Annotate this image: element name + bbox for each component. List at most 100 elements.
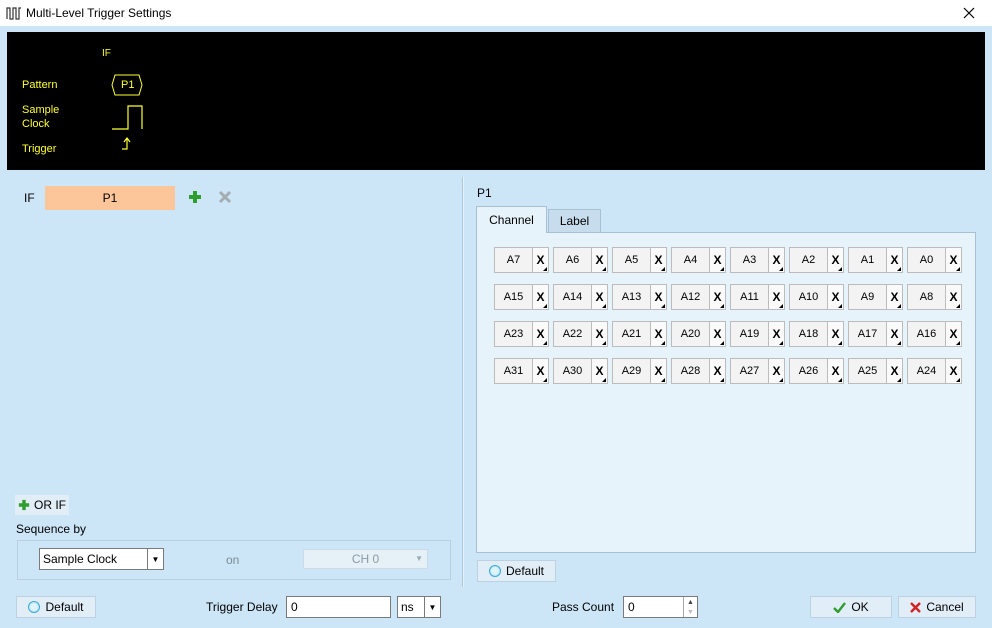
- channel-cell[interactable]: A3 X: [730, 247, 785, 273]
- channel-value: X: [831, 327, 840, 341]
- channel-cell[interactable]: A4 X: [671, 247, 726, 273]
- dropdown-corner-icon: [779, 304, 783, 308]
- channel-cell[interactable]: A18 X: [789, 321, 844, 347]
- channel-value-dropdown[interactable]: X: [887, 248, 902, 272]
- check-icon: [833, 601, 847, 613]
- channel-value-dropdown[interactable]: X: [592, 359, 607, 383]
- or-if-button[interactable]: OR IF: [15, 495, 69, 515]
- add-pattern-button[interactable]: [185, 187, 205, 207]
- spin-down-icon[interactable]: ▼: [684, 607, 697, 617]
- channel-cell[interactable]: A25 X: [848, 358, 903, 384]
- channel-cell[interactable]: A9 X: [848, 284, 903, 310]
- channel-cell[interactable]: A26 X: [789, 358, 844, 384]
- channel-cell[interactable]: A27 X: [730, 358, 785, 384]
- channel-value-dropdown[interactable]: X: [533, 248, 548, 272]
- channel-value: X: [949, 327, 958, 341]
- channel-name: A10: [790, 285, 828, 309]
- channel-value-dropdown[interactable]: X: [651, 285, 666, 309]
- channel-cell[interactable]: A29 X: [612, 358, 667, 384]
- channel-value-dropdown[interactable]: X: [769, 248, 784, 272]
- channel-value-dropdown[interactable]: X: [828, 285, 843, 309]
- channel-value-dropdown[interactable]: X: [946, 248, 961, 272]
- channel-value-dropdown[interactable]: X: [592, 322, 607, 346]
- channel-cell[interactable]: A30 X: [553, 358, 608, 384]
- sequence-select[interactable]: Sample Clock ▼: [39, 548, 164, 570]
- channel-value-dropdown[interactable]: X: [828, 359, 843, 383]
- channel-cell[interactable]: A23 X: [494, 321, 549, 347]
- channel-value-dropdown[interactable]: X: [710, 322, 725, 346]
- channel-cell[interactable]: A14 X: [553, 284, 608, 310]
- channel-value: X: [595, 253, 604, 267]
- channel-cell[interactable]: A2 X: [789, 247, 844, 273]
- channel-value-dropdown[interactable]: X: [946, 359, 961, 383]
- dropdown-corner-icon: [956, 341, 960, 345]
- channel-cell[interactable]: A0 X: [907, 247, 962, 273]
- channel-value-dropdown[interactable]: X: [710, 285, 725, 309]
- title-bar: Multi-Level Trigger Settings: [0, 0, 992, 26]
- ok-button[interactable]: OK: [810, 596, 892, 618]
- channel-value: X: [536, 290, 545, 304]
- tab-label[interactable]: Label: [548, 209, 601, 232]
- pattern-button-p1[interactable]: P1: [45, 186, 175, 210]
- channel-value-dropdown[interactable]: X: [946, 322, 961, 346]
- channel-value-dropdown[interactable]: X: [592, 248, 607, 272]
- channel-value-dropdown[interactable]: X: [651, 248, 666, 272]
- delay-unit-select[interactable]: ns ▼: [397, 596, 441, 618]
- preview-pattern-value: P1: [121, 79, 135, 91]
- spin-up-icon[interactable]: ▲: [684, 597, 697, 607]
- pass-count-spinner[interactable]: ▲ ▼: [683, 597, 697, 617]
- channel-cell[interactable]: A24 X: [907, 358, 962, 384]
- pass-count-value: 0: [628, 600, 635, 614]
- channel-cell[interactable]: A8 X: [907, 284, 962, 310]
- channel-value-dropdown[interactable]: X: [828, 322, 843, 346]
- remove-pattern-button[interactable]: [215, 187, 235, 207]
- channel-cell[interactable]: A17 X: [848, 321, 903, 347]
- channel-cell[interactable]: A11 X: [730, 284, 785, 310]
- channel-cell[interactable]: A10 X: [789, 284, 844, 310]
- channel-cell[interactable]: A12 X: [671, 284, 726, 310]
- channel-cell[interactable]: A6 X: [553, 247, 608, 273]
- channel-name: A6: [554, 248, 592, 272]
- channel-name: A4: [672, 248, 710, 272]
- delay-unit-value: ns: [401, 600, 414, 614]
- channel-cell[interactable]: A19 X: [730, 321, 785, 347]
- channel-cell[interactable]: A21 X: [612, 321, 667, 347]
- channel-value-dropdown[interactable]: X: [887, 359, 902, 383]
- pass-count-input[interactable]: 0 ▲ ▼: [623, 596, 698, 618]
- channel-value-dropdown[interactable]: X: [710, 248, 725, 272]
- channel-value-dropdown[interactable]: X: [651, 322, 666, 346]
- panel-divider: [462, 177, 464, 587]
- dropdown-corner-icon: [720, 304, 724, 308]
- tab-channel[interactable]: Channel: [476, 206, 547, 233]
- dropdown-corner-icon: [543, 341, 547, 345]
- channel-cell[interactable]: A31 X: [494, 358, 549, 384]
- right-default-button[interactable]: Default: [477, 560, 556, 582]
- channel-value-dropdown[interactable]: X: [887, 285, 902, 309]
- channel-value-dropdown[interactable]: X: [769, 359, 784, 383]
- channel-cell[interactable]: A22 X: [553, 321, 608, 347]
- channel-value-dropdown[interactable]: X: [651, 359, 666, 383]
- channel-value-dropdown[interactable]: X: [887, 322, 902, 346]
- channel-cell[interactable]: A16 X: [907, 321, 962, 347]
- channel-value-dropdown[interactable]: X: [592, 285, 607, 309]
- channel-cell[interactable]: A15 X: [494, 284, 549, 310]
- channel-cell[interactable]: A20 X: [671, 321, 726, 347]
- default-button[interactable]: Default: [16, 596, 96, 618]
- channel-cell[interactable]: A7 X: [494, 247, 549, 273]
- channel-value-dropdown[interactable]: X: [710, 359, 725, 383]
- close-button[interactable]: [946, 0, 992, 26]
- channel-value-dropdown[interactable]: X: [533, 322, 548, 346]
- channel-value-dropdown[interactable]: X: [533, 359, 548, 383]
- channel-value-dropdown[interactable]: X: [828, 248, 843, 272]
- trigger-delay-input[interactable]: 0: [286, 596, 391, 618]
- channel-value-dropdown[interactable]: X: [533, 285, 548, 309]
- channel-cell[interactable]: A5 X: [612, 247, 667, 273]
- channel-cell[interactable]: A28 X: [671, 358, 726, 384]
- channel-value-dropdown[interactable]: X: [769, 322, 784, 346]
- channel-value-dropdown[interactable]: X: [946, 285, 961, 309]
- channel-cell[interactable]: A13 X: [612, 284, 667, 310]
- cancel-button[interactable]: Cancel: [898, 596, 976, 618]
- channel-value: X: [772, 253, 781, 267]
- channel-value-dropdown[interactable]: X: [769, 285, 784, 309]
- channel-cell[interactable]: A1 X: [848, 247, 903, 273]
